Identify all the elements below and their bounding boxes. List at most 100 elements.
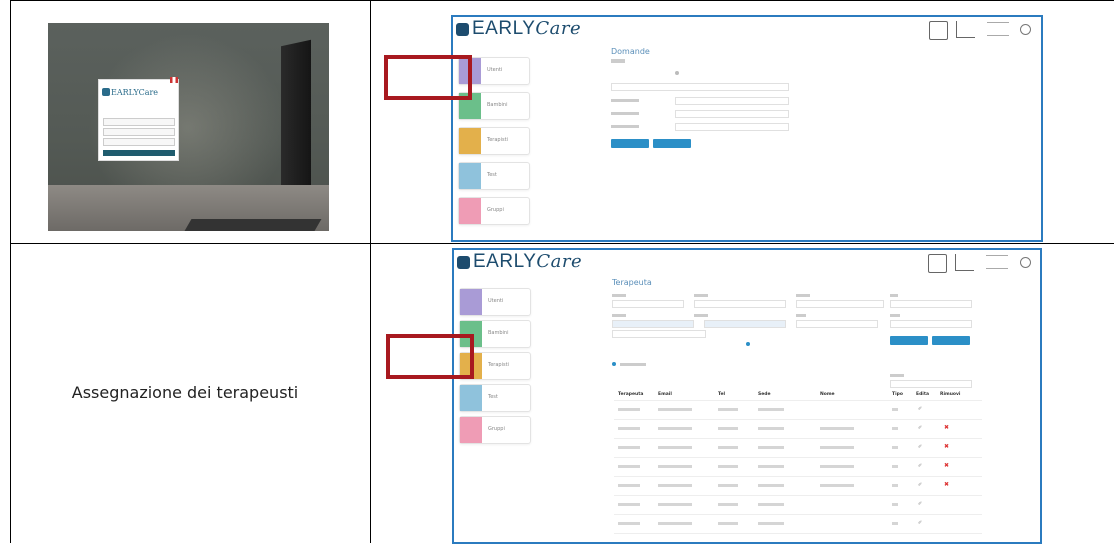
table-cell <box>718 465 738 468</box>
page-title: Domande <box>611 47 650 56</box>
table-cell <box>758 408 784 411</box>
sidebar-item-terapisti: Terapisti <box>458 127 530 155</box>
login-dialog: EARLYCare <box>98 77 179 161</box>
table-cell <box>618 446 640 449</box>
form-label <box>611 112 639 115</box>
screenshot-domande: EARLYCare Utenti Bambini Terapisti Test … <box>451 15 1043 242</box>
table-row-divider <box>614 514 982 515</box>
table-cell <box>758 446 784 449</box>
remove-icon[interactable]: ✖ <box>944 462 949 469</box>
form-label <box>694 294 708 297</box>
form-label <box>890 314 900 317</box>
table-cell <box>718 446 738 449</box>
logo-icon <box>102 88 110 96</box>
table-cell <box>658 446 692 449</box>
form-field <box>612 300 684 308</box>
table-header: Nome <box>820 392 835 397</box>
sidebar-item-label: Terapisti <box>488 362 509 368</box>
table-cell <box>820 446 854 449</box>
login-button <box>103 150 175 156</box>
form-field <box>704 320 786 328</box>
language-field <box>103 138 175 146</box>
table-cell <box>892 408 898 411</box>
table-row-divider <box>614 457 982 458</box>
table-cell <box>892 465 898 468</box>
table-row-divider <box>614 419 982 420</box>
table-row-divider <box>614 400 982 401</box>
form-label <box>890 374 904 377</box>
laptop-keyboard <box>184 219 322 231</box>
form-label <box>796 314 806 317</box>
table-cell <box>658 465 692 468</box>
table-cell <box>718 408 738 411</box>
edit-icon[interactable]: ✐ <box>918 463 922 469</box>
table-column-divider <box>370 0 371 543</box>
form-field <box>796 320 878 328</box>
table-cell <box>758 522 784 525</box>
group-icon <box>459 198 481 224</box>
form-field <box>890 320 972 328</box>
edit-icon[interactable]: ✐ <box>918 425 922 431</box>
table-cell <box>618 408 640 411</box>
edit-icon[interactable]: ✐ <box>918 406 922 412</box>
table-border-middle <box>10 243 1114 244</box>
table-cell <box>820 465 854 468</box>
radio-option <box>612 362 616 366</box>
form-field <box>612 330 706 338</box>
primary-button <box>890 336 928 345</box>
logo-icon <box>457 256 470 269</box>
chart-icon <box>955 254 974 271</box>
table-cell <box>820 427 854 430</box>
table-cell <box>718 484 738 487</box>
form-label <box>612 314 626 317</box>
edit-icon[interactable]: ✐ <box>918 482 922 488</box>
table-cell <box>658 484 692 487</box>
remove-icon[interactable]: ✖ <box>944 481 949 488</box>
password-field <box>103 128 175 136</box>
table-cell <box>892 484 898 487</box>
table-cell <box>820 484 854 487</box>
form-label <box>612 294 626 297</box>
power-icon <box>1020 257 1031 268</box>
edit-icon[interactable]: ✐ <box>918 444 922 450</box>
sidebar-item-label: Test <box>487 172 497 178</box>
test-icon <box>460 385 482 411</box>
search-input <box>611 83 789 91</box>
table-cell <box>658 427 692 430</box>
table-header: Tipo <box>892 392 903 397</box>
power-icon <box>1020 24 1031 35</box>
app-logo: EARLYCare <box>473 251 583 272</box>
highlight-box-utenti <box>384 55 472 100</box>
table-cell <box>718 522 738 525</box>
username-field <box>103 118 175 126</box>
page-title: Terapeuta <box>612 278 652 287</box>
app-logo: EARLYCare <box>472 18 582 39</box>
remove-icon[interactable]: ✖ <box>944 443 949 450</box>
sidebar-item-gruppi: Gruppi <box>459 416 531 444</box>
app-header: EARLYCare <box>454 250 1040 278</box>
logo-icon <box>456 23 469 36</box>
table-row-divider <box>614 495 982 496</box>
sidebar-item-label: Test <box>488 394 498 400</box>
sidebar-item-label: Terapisti <box>487 137 508 143</box>
form-label <box>796 294 810 297</box>
radio-option <box>746 342 750 346</box>
primary-button <box>611 139 649 148</box>
group-icon <box>460 417 482 443</box>
form-field <box>890 380 972 388</box>
sidebar-item-label: Utenti <box>487 67 503 73</box>
user-info <box>987 22 1009 36</box>
table-header: Edita <box>916 392 930 397</box>
table-cell <box>892 522 898 525</box>
edit-icon[interactable]: ✐ <box>918 501 922 507</box>
login-logo: EARLYCare <box>111 88 159 97</box>
table-cell <box>618 484 640 487</box>
table-cell <box>718 503 738 506</box>
table-border-left <box>10 0 11 543</box>
table-border-top <box>10 0 1114 1</box>
edit-icon[interactable]: ✐ <box>918 520 922 526</box>
login-photo: EARLYCare <box>48 23 329 231</box>
user-icon <box>460 289 482 315</box>
remove-icon[interactable]: ✖ <box>944 424 949 431</box>
sidebar-item-label: Bambini <box>488 330 509 336</box>
